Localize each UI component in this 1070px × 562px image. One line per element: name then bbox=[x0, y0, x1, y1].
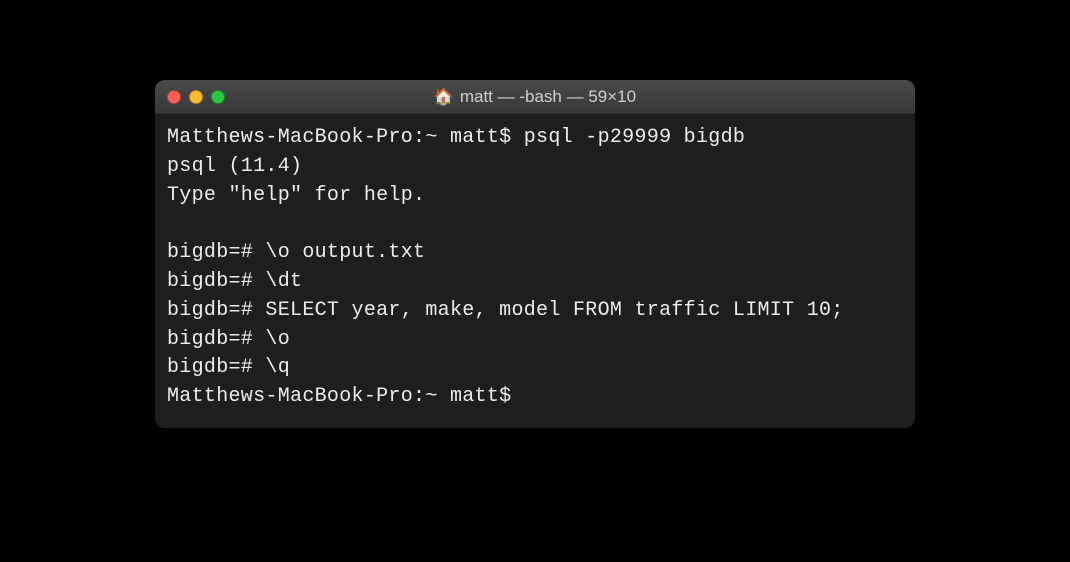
home-folder-icon: 🏠 bbox=[434, 87, 454, 107]
window-title-text: matt — -bash — 59×10 bbox=[460, 87, 636, 107]
window-title: 🏠 matt — -bash — 59×10 bbox=[155, 87, 915, 107]
terminal-output: Matthews-MacBook-Pro:~ matt$ psql -p2999… bbox=[167, 124, 903, 412]
close-icon[interactable] bbox=[167, 90, 181, 104]
window-titlebar[interactable]: 🏠 matt — -bash — 59×10 bbox=[155, 80, 915, 114]
zoom-icon[interactable] bbox=[211, 90, 225, 104]
terminal-window: 🏠 matt — -bash — 59×10 Matthews-MacBook-… bbox=[155, 80, 915, 428]
terminal-body[interactable]: Matthews-MacBook-Pro:~ matt$ psql -p2999… bbox=[155, 114, 915, 428]
traffic-lights bbox=[167, 90, 225, 104]
minimize-icon[interactable] bbox=[189, 90, 203, 104]
